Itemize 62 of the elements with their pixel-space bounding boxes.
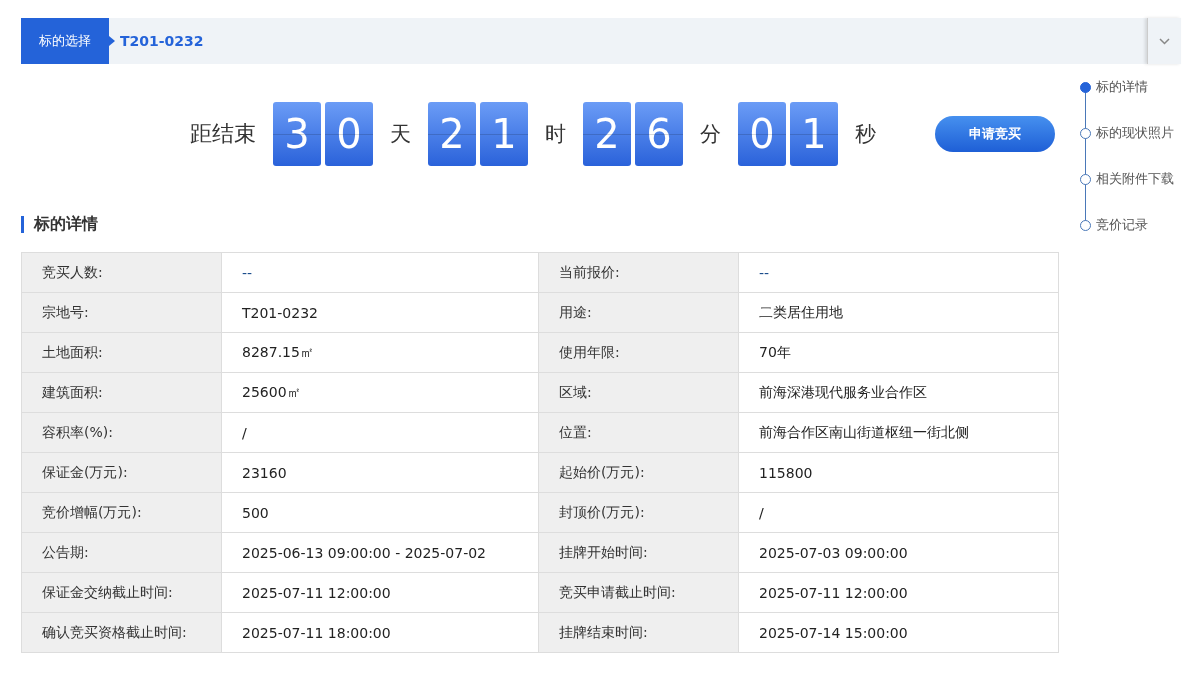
countdown-digit: 0	[738, 102, 786, 166]
field-label: 使用年限:	[538, 332, 739, 373]
field-label: 确认竞买资格截止时间:	[21, 612, 222, 653]
countdown-digit: 2	[428, 102, 476, 166]
field-label: 挂牌开始时间:	[538, 532, 739, 573]
field-value: 2025-07-11 12:00:00	[221, 572, 539, 613]
field-label: 竞价增幅(万元):	[21, 492, 222, 533]
field-label: 用途:	[538, 292, 739, 333]
field-value: 前海深港现代服务业合作区	[738, 372, 1059, 413]
countdown-digit: 6	[635, 102, 683, 166]
field-label: 保证金交纳截止时间:	[21, 572, 222, 613]
field-value: T201-0232	[221, 292, 539, 333]
selected-lot: T201-0232	[120, 33, 205, 49]
nav-link[interactable]: 相关附件下载	[1096, 170, 1174, 188]
field-value: /	[221, 412, 539, 453]
nav-link[interactable]: 竞价记录	[1096, 216, 1148, 234]
field-value: 2025-07-11 18:00:00	[221, 612, 539, 653]
chevron-down-icon	[1159, 37, 1170, 45]
field-label: 容积率(%):	[21, 412, 222, 453]
section-title: 标的详情	[34, 213, 98, 235]
countdown-digit: 0	[325, 102, 373, 166]
countdown-digit: 1	[790, 102, 838, 166]
field-value: 70年	[738, 332, 1059, 373]
field-label: 当前报价:	[538, 252, 739, 293]
field-value: 2025-07-14 15:00:00	[738, 612, 1059, 653]
field-value: 前海合作区南山街道枢纽一街北侧	[738, 412, 1059, 453]
apply-bid-button[interactable]: 申请竞买	[935, 116, 1055, 152]
field-value: 2025-06-13 09:00:00 - 2025-07-02	[221, 532, 539, 573]
field-label: 竞买申请截止时间:	[538, 572, 739, 613]
field-value: 8287.15㎡	[221, 332, 539, 373]
field-value: 二类居住用地	[738, 292, 1059, 333]
field-value: --	[221, 252, 539, 293]
field-label: 公告期:	[21, 532, 222, 573]
countdown-unit: 时	[545, 121, 566, 148]
field-value: 500	[221, 492, 539, 533]
field-value: --	[738, 252, 1059, 293]
field-label: 起始价(万元):	[538, 452, 739, 493]
field-label: 区域:	[538, 372, 739, 413]
countdown-digit: 3	[273, 102, 321, 166]
countdown-unit: 天	[390, 121, 411, 148]
field-value: 115800	[738, 452, 1059, 493]
field-value: 2025-07-11 12:00:00	[738, 572, 1059, 613]
nav-link[interactable]: 标的现状照片	[1096, 124, 1174, 142]
field-label: 封顶价(万元):	[538, 492, 739, 533]
field-value: 2025-07-03 09:00:00	[738, 532, 1059, 573]
field-label: 建筑面积:	[21, 372, 222, 413]
field-label: 挂牌结束时间:	[538, 612, 739, 653]
countdown-digit: 1	[480, 102, 528, 166]
field-value: 23160	[221, 452, 539, 493]
field-label: 位置:	[538, 412, 739, 453]
pointer-icon	[109, 36, 115, 46]
field-label: 土地面积:	[21, 332, 222, 373]
field-label: 竞买人数:	[21, 252, 222, 293]
countdown-label: 距结束	[190, 120, 256, 148]
field-label: 保证金(万元):	[21, 452, 222, 493]
countdown-unit: 分	[700, 121, 721, 148]
countdown-digit: 2	[583, 102, 631, 166]
field-value: 25600㎡	[221, 372, 539, 413]
field-value: /	[738, 492, 1059, 533]
countdown-unit: 秒	[855, 121, 876, 148]
field-label: 宗地号:	[21, 292, 222, 333]
nav-link[interactable]: 标的详情	[1096, 78, 1148, 96]
